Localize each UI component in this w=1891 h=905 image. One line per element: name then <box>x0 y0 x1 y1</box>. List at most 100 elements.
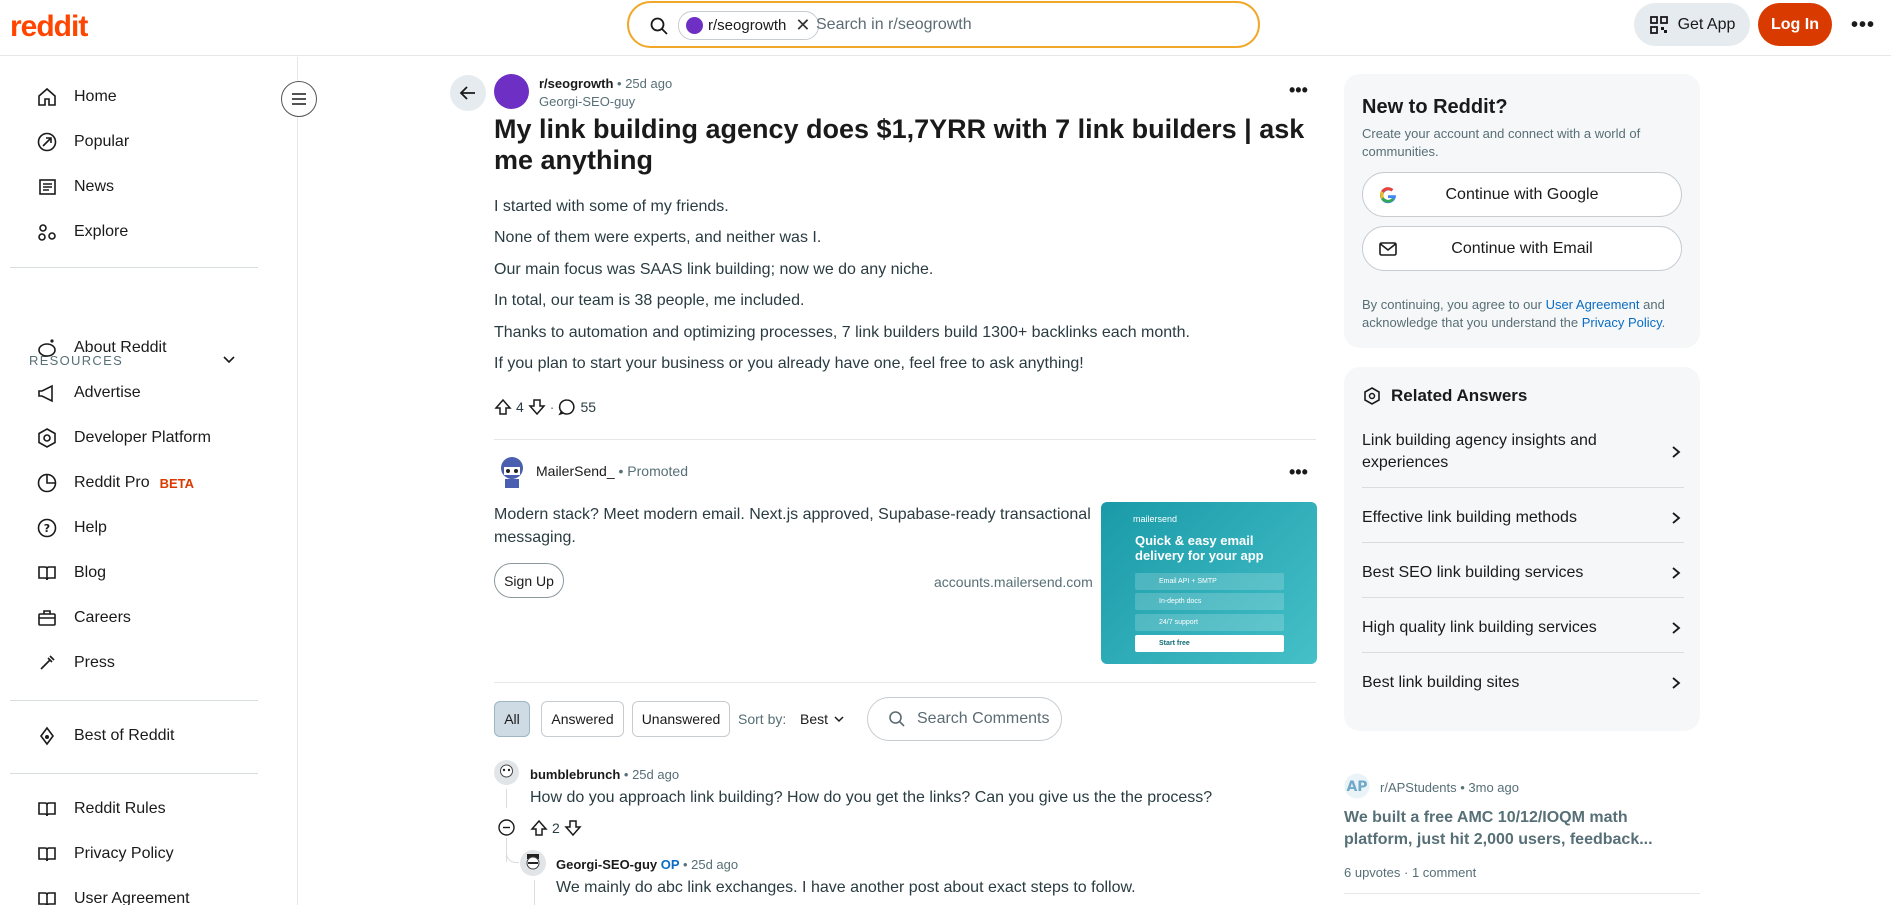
recent-post-subreddit[interactable]: r/APStudents • 3mo ago <box>1380 780 1519 795</box>
avatar[interactable] <box>494 760 519 785</box>
ad-image[interactable]: mailersend Quick & easy email delivery f… <box>1101 502 1317 664</box>
downvote-icon[interactable] <box>564 819 582 837</box>
post-author[interactable]: Georgi-SEO-guy <box>539 94 635 109</box>
sidebar-item-blog[interactable]: Blog <box>36 559 106 587</box>
filter-answered-button[interactable]: Answered <box>541 701 624 737</box>
post-subreddit[interactable]: r/seogrowth • 25d ago <box>539 76 672 91</box>
ad-image-row: 24/7 support <box>1135 614 1284 631</box>
related-answer-item[interactable]: Link building agency insights and experi… <box>1362 430 1682 474</box>
recent-post-meta: 6 upvotes · 1 comment <box>1344 865 1477 880</box>
menu-icon <box>292 93 306 105</box>
ad-image-row: Start free <box>1135 635 1284 652</box>
related-answer-item[interactable]: Best link building sites <box>1362 672 1682 694</box>
privacy-policy-link[interactable]: Privacy Policy <box>1582 315 1662 330</box>
mailersend-avatar[interactable] <box>496 453 528 489</box>
post-body-paragraph: None of them were experts, and neither w… <box>494 229 822 246</box>
sort-label: Sort by: <box>738 711 787 727</box>
continue-with-google-label: Continue with Google <box>1445 185 1599 203</box>
comment-icon[interactable] <box>558 398 576 416</box>
post-body-paragraph: If you plan to start your business or yo… <box>494 355 1084 372</box>
top-header: reddit r/seogrowth ✕ Search in r/seogrow… <box>0 0 1891 56</box>
more-options-icon[interactable]: ••• <box>1851 14 1875 37</box>
avatar[interactable] <box>520 850 546 876</box>
upvote-icon[interactable] <box>530 819 548 837</box>
comment-search-input[interactable]: Search Comments <box>867 697 1062 741</box>
ad-text[interactable]: Modern stack? Meet modern email. Next.js… <box>494 503 1094 549</box>
google-icon <box>1380 187 1396 204</box>
recent-post-title[interactable]: We built a free AMC 10/12/IOQM math plat… <box>1344 807 1654 851</box>
chevron-right-icon <box>1672 567 1681 579</box>
search-input[interactable]: Search in r/seogrowth <box>816 16 972 34</box>
collapse-thread-icon[interactable] <box>498 819 515 836</box>
close-icon[interactable]: ✕ <box>795 15 810 36</box>
post-more-options-icon[interactable]: ••• <box>1289 80 1308 101</box>
downvote-icon[interactable] <box>528 398 546 416</box>
filter-unanswered-button[interactable]: Unanswered <box>632 701 730 737</box>
sidebar-item-label: About Reddit <box>74 339 167 356</box>
best-of-icon <box>40 726 54 746</box>
login-button[interactable]: Log In <box>1758 3 1832 46</box>
subreddit-avatar[interactable]: AP <box>1344 773 1370 799</box>
ad-url[interactable]: accounts.mailersend.com <box>934 574 1093 590</box>
related-answer-label: High quality link building services <box>1362 619 1597 636</box>
subreddit-filter-chip[interactable]: r/seogrowth ✕ <box>678 11 820 40</box>
ad-more-options-icon[interactable]: ••• <box>1289 462 1308 483</box>
sidebar-item-reddit-rules[interactable]: Reddit Rules <box>36 795 166 823</box>
pie-chart-icon <box>37 473 57 493</box>
subreddit-avatar[interactable] <box>494 74 529 109</box>
sidebar-item-label: Advertise <box>74 384 141 401</box>
sidebar-item-label: User Agreement <box>74 890 190 905</box>
get-app-button[interactable]: Get App <box>1634 3 1750 46</box>
sidebar-item-developer-platform[interactable]: Developer Platform <box>36 424 211 452</box>
search-icon <box>650 17 668 35</box>
sort-dropdown[interactable]: Best <box>800 711 845 727</box>
sidebar-item-label: Popular <box>74 133 130 150</box>
sign-up-button[interactable]: Sign Up <box>494 563 564 598</box>
sidebar-item-help[interactable]: ? Help <box>36 514 107 542</box>
comment-actions: 2 <box>530 819 582 837</box>
sidebar-item-privacy-policy[interactable]: Privacy Policy <box>36 840 174 868</box>
sidebar-item-user-agreement[interactable]: User Agreement <box>36 885 190 905</box>
reddit-logo[interactable]: reddit <box>10 10 88 44</box>
sidebar-item-label: News <box>74 178 115 195</box>
chevron-down-icon[interactable] <box>222 353 236 367</box>
book-icon <box>38 566 56 581</box>
divider <box>1362 597 1684 598</box>
search-icon <box>889 711 905 727</box>
comment-search-placeholder: Search Comments <box>917 710 1050 727</box>
sidebar-item-popular[interactable]: Popular <box>36 128 129 156</box>
sidebar-item-about-reddit[interactable]: About Reddit <box>36 334 167 362</box>
continue-with-google-button[interactable]: Continue with Google <box>1362 172 1682 217</box>
user-agreement-link[interactable]: User Agreement <box>1546 297 1640 312</box>
divider <box>494 439 1316 440</box>
related-answer-item[interactable]: Effective link building methods <box>1362 507 1682 529</box>
sidebar-item-best-of-reddit[interactable]: Best of Reddit <box>36 722 175 750</box>
sidebar-item-label: Developer Platform <box>74 429 211 446</box>
sidebar-item-home[interactable]: Home <box>36 83 117 111</box>
chevron-right-icon <box>1672 446 1681 458</box>
legal-text: By continuing, you agree to our User Agr… <box>1362 297 1666 330</box>
related-answer-label: Effective link building methods <box>1362 509 1577 526</box>
upvote-icon[interactable] <box>494 398 512 416</box>
sidebar-item-explore[interactable]: Explore <box>36 218 128 246</box>
search-bar[interactable]: r/seogrowth ✕ Search in r/seogrowth <box>627 1 1260 48</box>
help-icon: ? <box>37 518 57 538</box>
sidebar-item-press[interactable]: Press <box>36 649 115 677</box>
related-answer-item[interactable]: High quality link building services <box>1362 617 1682 639</box>
sidebar-item-advertise[interactable]: Advertise <box>36 379 141 407</box>
back-button[interactable] <box>450 75 486 111</box>
svg-text:?: ? <box>44 522 50 535</box>
comment-author[interactable]: Georgi-SEO-guy OP • 25d ago <box>556 857 738 872</box>
divider <box>1344 893 1700 894</box>
related-answers-icon <box>1364 387 1380 405</box>
collapse-sidebar-button[interactable] <box>281 81 317 117</box>
filter-all-button[interactable]: All <box>494 701 530 737</box>
comment-author[interactable]: bumblebrunch • 25d ago <box>530 767 679 782</box>
ad-advertiser[interactable]: MailerSend_ • Promoted <box>536 463 688 479</box>
sidebar-item-careers[interactable]: Careers <box>36 604 131 632</box>
sidebar-item-reddit-pro[interactable]: Reddit Pro BETA <box>36 469 194 497</box>
sidebar-item-news[interactable]: News <box>36 173 114 201</box>
continue-with-email-button[interactable]: Continue with Email <box>1362 226 1682 271</box>
mail-icon <box>1379 242 1397 256</box>
related-answer-item[interactable]: Best SEO link building services <box>1362 562 1682 584</box>
